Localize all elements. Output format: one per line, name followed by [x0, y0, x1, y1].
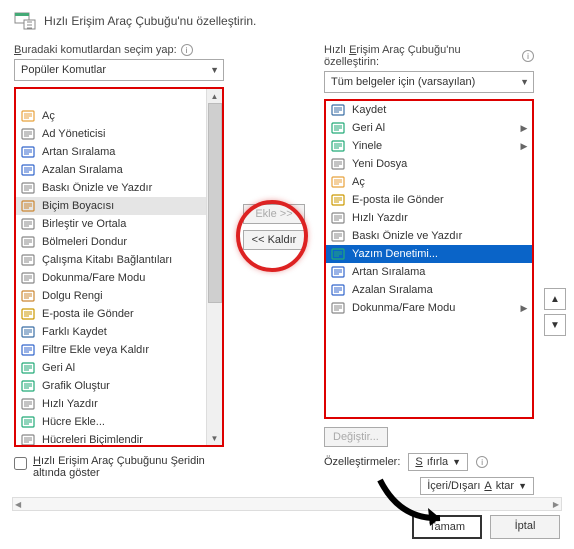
- document-scope-combo[interactable]: Tüm belgeler için (varsayılan)▼: [324, 71, 534, 93]
- spellcheck-icon: [330, 246, 346, 262]
- list-item[interactable]: Hızlı Yazdır: [326, 209, 532, 227]
- sort-desc-icon: [20, 162, 36, 178]
- list-item[interactable]: Hücreleri Biçimlendir: [16, 431, 222, 445]
- modify-button[interactable]: Değiştir...: [324, 427, 388, 447]
- add-button[interactable]: Ekle >>: [243, 204, 305, 224]
- open-icon: [20, 108, 36, 124]
- list-item[interactable]: Biçim Boyacısı: [16, 197, 222, 215]
- sort-desc-icon: [330, 282, 346, 298]
- show-below-ribbon-checkbox[interactable]: Hızlı Erişim Araç Çubuğunu Şeridin altın…: [14, 455, 224, 479]
- list-item[interactable]: Artan Sıralama: [16, 143, 222, 161]
- list-item[interactable]: Çalışma Kitabı Bağlantıları: [16, 251, 222, 269]
- help-icon[interactable]: i: [476, 456, 488, 468]
- list-item[interactable]: Dolgu Rengi▶: [16, 287, 222, 305]
- email-icon: [330, 192, 346, 208]
- help-icon[interactable]: i: [522, 50, 534, 62]
- horizontal-scrollbar[interactable]: ◀▶: [12, 497, 562, 511]
- sort-asc-icon: [20, 144, 36, 160]
- move-down-button[interactable]: ▼: [544, 314, 566, 336]
- customize-qat-icon: [14, 10, 36, 32]
- list-item[interactable]: Azalan Sıralama: [16, 161, 222, 179]
- dialog-footer: Tamam İptal: [412, 515, 560, 539]
- open-icon: [330, 174, 346, 190]
- filter-icon: [20, 342, 36, 358]
- list-item[interactable]: Filtre Ekle veya Kaldır: [16, 341, 222, 359]
- list-item[interactable]: Kaydet: [326, 101, 532, 119]
- chevron-down-icon: ▼: [520, 77, 529, 87]
- freeze-icon: [20, 234, 36, 250]
- list-item[interactable]: Hücre Ekle...: [16, 413, 222, 431]
- list-item[interactable]: Birleştir ve Ortala▶: [16, 215, 222, 233]
- cancel-button[interactable]: İptal: [490, 515, 560, 539]
- list-item[interactable]: Aç: [326, 173, 532, 191]
- list-item[interactable]: Artan Sıralama: [326, 263, 532, 281]
- merge-icon: [20, 216, 36, 232]
- list-item[interactable]: Dokunma/Fare Modu▶: [16, 269, 222, 287]
- print-preview-icon: [330, 228, 346, 244]
- available-commands-column: Buradaki komutlardan seçim yap: i Popüle…: [14, 44, 224, 479]
- dialog-title: Hızlı Erişim Araç Çubuğu'nu özelleştirin…: [44, 14, 256, 28]
- scrollbar[interactable]: ▲▼: [206, 89, 222, 445]
- touch-icon: [330, 300, 346, 316]
- print-preview-icon: [20, 180, 36, 196]
- name-mgr-icon: [20, 126, 36, 142]
- reset-dropdown[interactable]: Sıfırla ▼: [408, 453, 468, 471]
- redo-icon: [330, 138, 346, 154]
- format-cells-icon: [20, 432, 36, 445]
- dialog-header: Hızlı Erişim Araç Çubuğu'nu özelleştirin…: [14, 10, 560, 32]
- new-icon: [330, 156, 346, 172]
- list-item[interactable]: Geri Al▶: [326, 119, 532, 137]
- ok-button[interactable]: Tamam: [412, 515, 482, 539]
- fill-icon: [20, 288, 36, 304]
- list-item[interactable]: Geri Al▶: [16, 359, 222, 377]
- customize-qat-label: Hızlı Erişim Araç Çubuğu'nu özelleştirin…: [324, 44, 534, 68]
- list-item[interactable]: Yazım Denetimi...: [326, 245, 532, 263]
- move-up-down-buttons: ▲ ▼: [544, 288, 566, 336]
- add-remove-column: Ekle >> << Kaldır: [234, 44, 314, 250]
- sort-asc-icon: [330, 264, 346, 280]
- customizations-label: Özelleştirmeler:: [324, 456, 400, 468]
- list-item[interactable]: Yinele▶: [326, 137, 532, 155]
- quickprint-icon: [20, 396, 36, 412]
- list-item[interactable]: Bölmeleri Dondur▶: [16, 233, 222, 251]
- help-icon[interactable]: i: [181, 44, 193, 56]
- current-qat-column: Hızlı Erişim Araç Çubuğu'nu özelleştirin…: [324, 44, 534, 501]
- save-icon: [330, 102, 346, 118]
- list-item[interactable]: Aç: [16, 107, 222, 125]
- list-item[interactable]: Baskı Önizle ve Yazdır: [326, 227, 532, 245]
- current-qat-list[interactable]: KaydetGeri Al▶Yinele▶Yeni DosyaAçE-posta…: [324, 99, 534, 419]
- chart-icon: [20, 378, 36, 394]
- available-commands-list[interactable]: AçAd YöneticisiArtan SıralamaAzalan Sıra…: [14, 87, 224, 447]
- choose-commands-label: Buradaki komutlardan seçim yap: i: [14, 44, 224, 56]
- list-item[interactable]: E-posta ile Gönder: [326, 191, 532, 209]
- email-icon: [20, 306, 36, 322]
- format-painter-icon: [20, 198, 36, 214]
- list-item[interactable]: [16, 89, 222, 107]
- undo-icon: [330, 120, 346, 136]
- list-item[interactable]: Grafik Oluştur: [16, 377, 222, 395]
- touch-icon: [20, 270, 36, 286]
- list-item[interactable]: Ad Yöneticisi: [16, 125, 222, 143]
- list-item[interactable]: Dokunma/Fare Modu▶: [326, 299, 532, 317]
- list-item[interactable]: Farklı Kaydet: [16, 323, 222, 341]
- saveas-icon: [20, 324, 36, 340]
- import-export-dropdown[interactable]: İçeri/Dışarı Aktar ▼: [420, 477, 534, 495]
- move-up-button[interactable]: ▲: [544, 288, 566, 310]
- quickprint-icon: [330, 210, 346, 226]
- list-item[interactable]: Baskı Önizle ve Yazdır: [16, 179, 222, 197]
- insert-cell-icon: [20, 414, 36, 430]
- command-category-combo[interactable]: Popüler Komutlar▼: [14, 59, 224, 81]
- remove-button[interactable]: << Kaldır: [243, 230, 306, 250]
- chevron-down-icon: ▼: [210, 65, 219, 75]
- undo-icon: [20, 360, 36, 376]
- links-icon: [20, 252, 36, 268]
- list-item[interactable]: E-posta ile Gönder: [16, 305, 222, 323]
- list-item[interactable]: Azalan Sıralama: [326, 281, 532, 299]
- list-item[interactable]: Yeni Dosya: [326, 155, 532, 173]
- list-item[interactable]: Hızlı Yazdır: [16, 395, 222, 413]
